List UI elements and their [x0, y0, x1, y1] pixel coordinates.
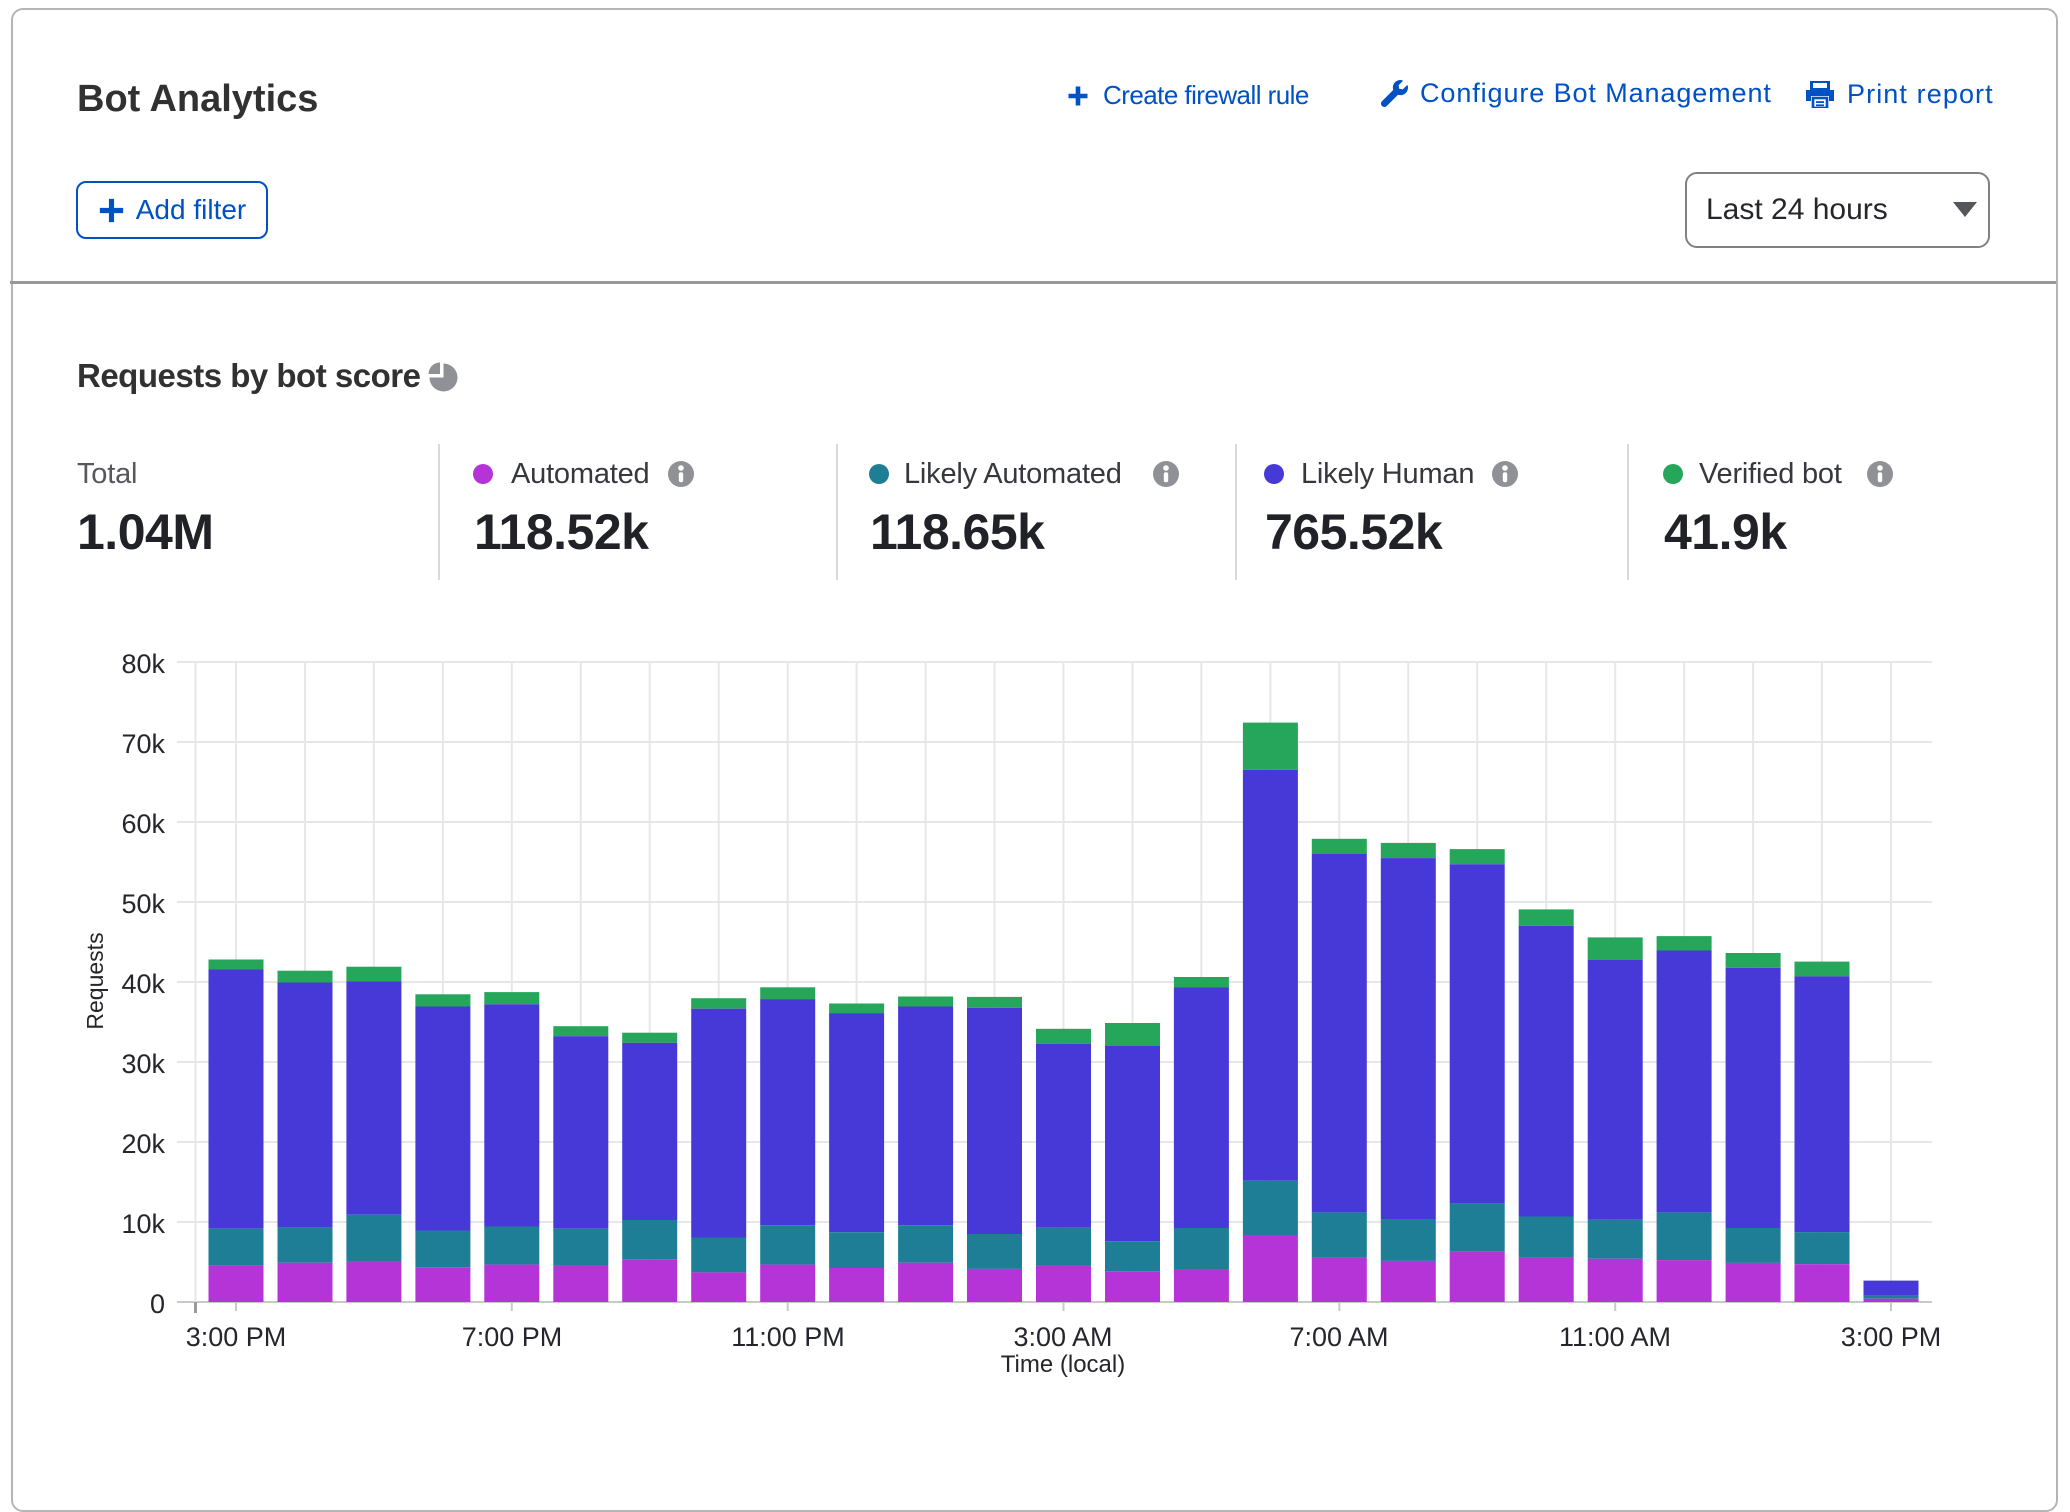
svg-text:Requests: Requests	[82, 932, 108, 1029]
svg-text:11:00 PM: 11:00 PM	[731, 1322, 845, 1352]
svg-text:11:00 AM: 11:00 AM	[1559, 1322, 1671, 1352]
svg-text:80k: 80k	[121, 649, 165, 679]
svg-text:7:00 PM: 7:00 PM	[462, 1322, 563, 1352]
svg-text:Time (local): Time (local)	[1001, 1351, 1125, 1378]
svg-text:3:00 AM: 3:00 AM	[1013, 1322, 1112, 1352]
svg-text:30k: 30k	[121, 1049, 165, 1079]
svg-text:40k: 40k	[121, 969, 165, 999]
svg-text:50k: 50k	[121, 889, 165, 919]
svg-text:3:00 PM: 3:00 PM	[1841, 1322, 1942, 1352]
svg-text:7:00 AM: 7:00 AM	[1289, 1322, 1388, 1352]
svg-text:20k: 20k	[121, 1129, 165, 1159]
svg-text:0: 0	[150, 1289, 165, 1319]
svg-text:60k: 60k	[121, 809, 165, 839]
svg-text:3:00 PM: 3:00 PM	[186, 1322, 287, 1352]
svg-text:10k: 10k	[121, 1209, 165, 1239]
svg-text:70k: 70k	[121, 729, 165, 759]
